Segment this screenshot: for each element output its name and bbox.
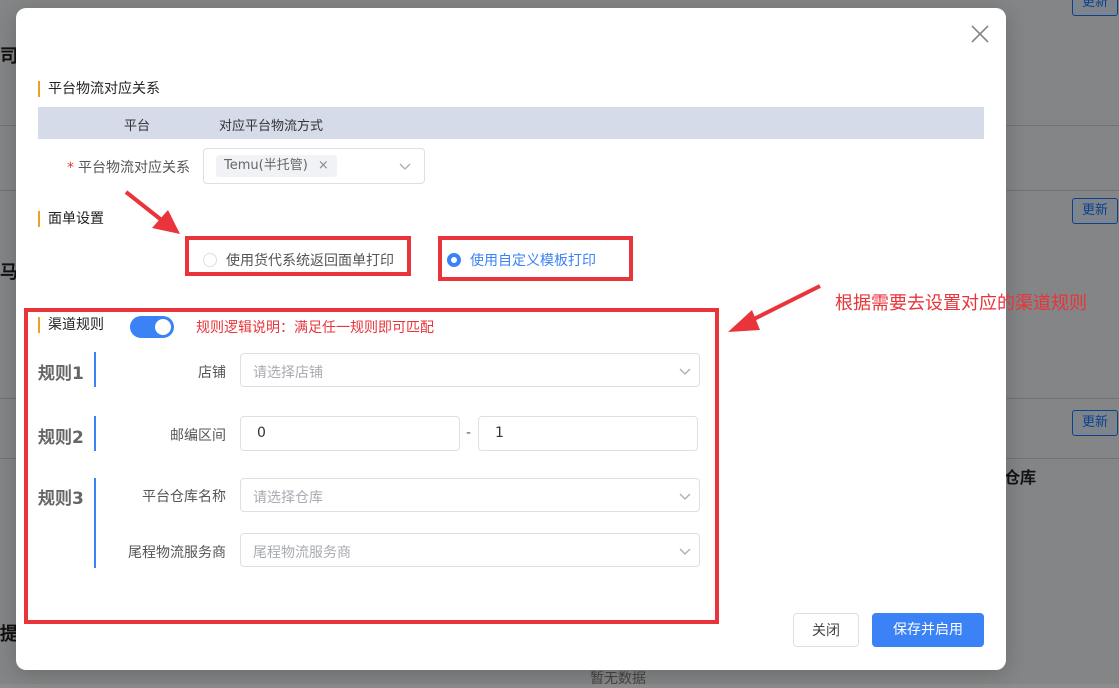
annotation-text: 根据需要去设置对应的渠道规则 <box>835 293 1087 314</box>
arrow-icon <box>728 284 821 332</box>
annotation-arrows <box>124 190 821 332</box>
arrow-icon <box>124 190 180 234</box>
